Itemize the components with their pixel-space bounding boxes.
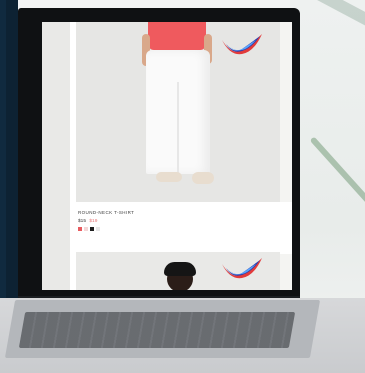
product-name[interactable]: ROUND-NECK T-SHIRT bbox=[78, 210, 134, 215]
swatch[interactable] bbox=[84, 227, 88, 231]
wave-logo-icon bbox=[222, 34, 262, 55]
current-price: $15 bbox=[78, 219, 87, 224]
swatch[interactable] bbox=[78, 227, 82, 231]
laptop-bezel: ROUND-NECK T-SHIRT $15 $19 bbox=[18, 8, 300, 308]
color-swatches bbox=[78, 227, 100, 231]
model-shoe-left bbox=[156, 172, 182, 182]
model-shoe-right bbox=[192, 172, 214, 184]
model-pants-gap bbox=[177, 82, 179, 174]
old-price: $19 bbox=[89, 219, 98, 224]
swatch[interactable] bbox=[90, 227, 94, 231]
wave-logo-icon bbox=[222, 258, 262, 279]
model-hat bbox=[164, 262, 196, 276]
laptop-screen: ROUND-NECK T-SHIRT $15 $19 bbox=[42, 22, 292, 290]
keyboard-keys bbox=[18, 312, 296, 348]
swatch[interactable] bbox=[96, 227, 100, 231]
product-card-left[interactable] bbox=[42, 22, 70, 290]
model-shirt bbox=[148, 22, 206, 50]
product-price: $15 $19 bbox=[78, 219, 97, 224]
